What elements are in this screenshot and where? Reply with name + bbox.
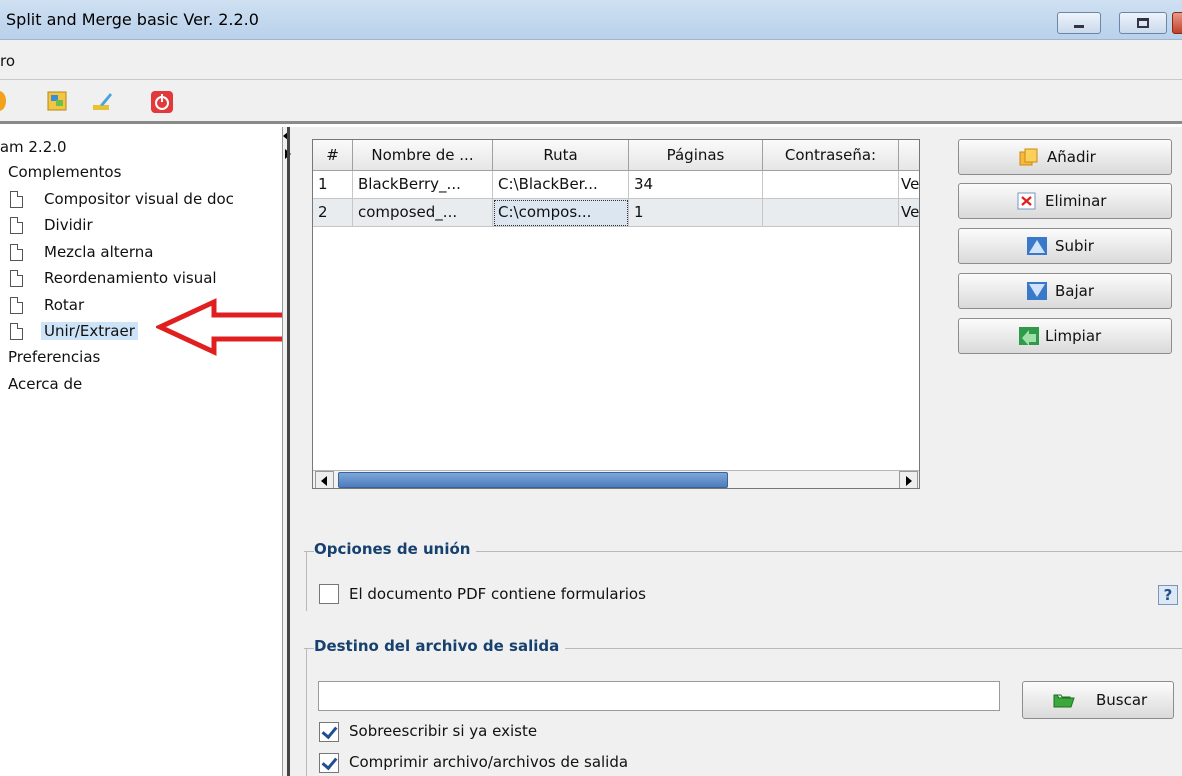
merge-options-title: Opciones de unión xyxy=(314,540,477,558)
document-icon xyxy=(10,244,23,261)
table-row[interactable]: 2 composed_... C:\compos... 1 Ve xyxy=(313,199,919,227)
tree-item-label-selected: Unir/Extraer xyxy=(41,322,138,340)
document-icon xyxy=(10,191,23,208)
column-header[interactable]: Ruta xyxy=(493,140,629,171)
menu-bar: ro xyxy=(0,40,1182,80)
remove-icon xyxy=(1017,192,1036,210)
toolbar xyxy=(0,80,1182,124)
remove-button[interactable]: Eliminar xyxy=(958,183,1172,219)
table-cell: BlackBerry_... xyxy=(353,171,493,199)
clear-button[interactable]: Limpiar xyxy=(958,318,1172,354)
table-header: # Nombre de ... Ruta Páginas Contraseña: xyxy=(313,140,919,171)
table-cell xyxy=(763,171,899,199)
output-destination-title: Destino del archivo de salida xyxy=(314,637,566,655)
folder-icon xyxy=(1053,694,1075,708)
table-cell: 1 xyxy=(629,199,763,227)
document-icon xyxy=(10,270,23,287)
document-icon xyxy=(10,297,23,314)
tree-about-label: Acerca de xyxy=(8,375,83,393)
tree-item-label: Mezcla alterna xyxy=(44,243,154,261)
add-button[interactable]: Añadir xyxy=(958,139,1172,175)
maximize-icon xyxy=(1137,18,1149,28)
expand-right-icon[interactable] xyxy=(285,149,291,159)
add-button-label: Añadir xyxy=(1047,148,1096,166)
output-path-input[interactable] xyxy=(318,681,1000,711)
title-bar: Split and Merge basic Ver. 2.2.0 xyxy=(0,0,1182,40)
compress-checkbox-label: Comprimir archivo/archivos de salida xyxy=(349,753,629,771)
table-cell-focused: C:\compos... xyxy=(493,199,629,227)
scroll-left-icon[interactable] xyxy=(315,471,334,488)
table-horizontal-scrollbar[interactable] xyxy=(313,470,919,488)
minimize-button[interactable] xyxy=(1057,12,1101,34)
overwrite-checkbox-label: Sobreescribir si ya existe xyxy=(349,722,538,740)
table-cell: 34 xyxy=(629,171,763,199)
exit-icon[interactable] xyxy=(151,91,173,113)
table-row[interactable]: 1 BlackBerry_... C:\BlackBer... 34 Ve xyxy=(313,171,919,199)
overwrite-checkbox[interactable] xyxy=(319,722,339,742)
move-down-button-label: Bajar xyxy=(1055,282,1095,300)
table-cell: 2 xyxy=(313,199,353,227)
move-up-icon xyxy=(1027,237,1047,255)
document-icon xyxy=(10,217,23,234)
column-header[interactable] xyxy=(899,140,919,171)
tree-item-label: Dividir xyxy=(44,216,93,234)
forms-checkbox[interactable] xyxy=(319,584,339,604)
column-header[interactable]: # xyxy=(313,140,353,171)
tree-item-label: Rotar xyxy=(44,296,85,314)
column-header[interactable]: Páginas xyxy=(629,140,763,171)
tree-plugins-label: Complementos xyxy=(8,163,122,181)
add-icon xyxy=(1019,148,1038,166)
move-up-button-label: Subir xyxy=(1055,237,1094,255)
browse-button[interactable]: Buscar xyxy=(1022,681,1174,719)
minimize-icon xyxy=(1074,25,1084,28)
maximize-button[interactable] xyxy=(1119,12,1167,34)
tree-item-label: Compositor visual de doc xyxy=(44,190,234,208)
annotation-arrow-icon xyxy=(156,298,289,356)
merge-panel: # Nombre de ... Ruta Páginas Contraseña:… xyxy=(304,127,1182,776)
merge-options-group: Opciones de unión xyxy=(304,540,1182,558)
move-down-icon xyxy=(1027,282,1047,300)
remove-button-label: Eliminar xyxy=(1045,192,1107,210)
move-up-button[interactable]: Subir xyxy=(958,228,1172,264)
scrollbar-thumb[interactable] xyxy=(338,472,728,488)
plugin-icon[interactable] xyxy=(0,91,6,111)
tree-preferences-label: Preferencias xyxy=(8,348,101,366)
clear-brush-icon[interactable] xyxy=(91,91,112,111)
clear-button-label: Limpiar xyxy=(1045,327,1102,345)
environment-icon[interactable] xyxy=(47,91,67,111)
table-cell: 1 xyxy=(313,171,353,199)
output-destination-group: Destino del archivo de salida xyxy=(304,637,1182,655)
scroll-right-icon[interactable] xyxy=(899,471,918,488)
column-header[interactable]: Nombre de ... xyxy=(353,140,493,171)
compress-checkbox[interactable] xyxy=(319,753,339,773)
plugin-tree: sam 2.2.0 Complementos Compositor visual… xyxy=(0,127,282,776)
table-cell xyxy=(763,199,899,227)
tree-root-label: sam 2.2.0 xyxy=(0,138,67,156)
menu-item-file[interactable]: ro xyxy=(0,52,15,70)
table-cell: C:\BlackBer... xyxy=(493,171,629,199)
move-down-button[interactable]: Bajar xyxy=(958,273,1172,309)
browse-button-label: Buscar xyxy=(1096,691,1148,709)
column-header[interactable]: Contraseña: xyxy=(763,140,899,171)
table-cell: Ve xyxy=(899,199,919,227)
table-cell: composed_... xyxy=(353,199,493,227)
collapse-left-icon[interactable] xyxy=(283,131,289,141)
document-icon xyxy=(10,323,23,340)
clear-icon xyxy=(1019,327,1039,345)
panel-splitter[interactable] xyxy=(282,127,304,776)
help-icon[interactable]: ? xyxy=(1158,585,1178,605)
close-button[interactable] xyxy=(1172,12,1182,34)
forms-checkbox-label: El documento PDF contiene formularios xyxy=(349,585,646,603)
table-cell: Ve xyxy=(899,171,919,199)
file-table: # Nombre de ... Ruta Páginas Contraseña:… xyxy=(312,139,920,489)
tree-item-label: Reordenamiento visual xyxy=(44,269,217,287)
window-title: Split and Merge basic Ver. 2.2.0 xyxy=(6,10,259,29)
